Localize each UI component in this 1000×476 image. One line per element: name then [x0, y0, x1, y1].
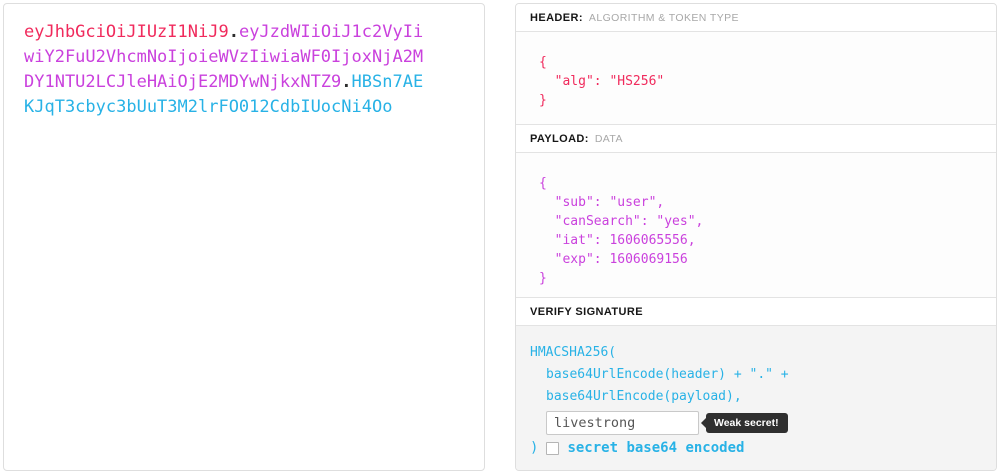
- encoded-token-panel: eyJhbGciOiJIUzI1NiJ9.eyJzdWIiOiJ1c2VyIiw…: [3, 3, 485, 471]
- verify-signature-area: HMACSHA256( base64UrlEncode(header) + ".…: [516, 326, 996, 470]
- hmac-code-line-2: base64UrlEncode(header) + "." +: [530, 364, 982, 386]
- secret-input[interactable]: [546, 411, 699, 435]
- weak-secret-tooltip: Weak secret!: [706, 413, 788, 433]
- jwt-debugger: eyJhbGciOiJIUzI1NiJ9.eyJzdWIiOiJ1c2VyIiw…: [0, 0, 1000, 476]
- token-separator-dot-2: .: [341, 72, 351, 92]
- header-json-editor[interactable]: { "alg": "HS256" }: [516, 32, 996, 125]
- header-json-line: }: [539, 91, 982, 110]
- payload-json-editor[interactable]: { "sub": "user", "canSearch": "yes", "ia…: [516, 153, 996, 298]
- payload-section-band: PAYLOAD: DATA: [516, 125, 996, 153]
- payload-json-line: "canSearch": "yes",: [539, 212, 982, 231]
- header-section-subtitle: ALGORITHM & TOKEN TYPE: [589, 12, 739, 24]
- tooltip-text: Weak secret!: [714, 417, 779, 429]
- verify-signature-band: VERIFY SIGNATURE: [516, 298, 996, 326]
- base64-encoded-checkbox[interactable]: [546, 442, 559, 455]
- secret-row: Weak secret!: [546, 411, 982, 435]
- payload-json-line: "iat": 1606065556,: [539, 231, 982, 250]
- header-section-band: HEADER: ALGORITHM & TOKEN TYPE: [516, 4, 996, 32]
- payload-json-line: }: [539, 269, 982, 288]
- payload-json-line: {: [539, 174, 982, 193]
- encoded-token-editor[interactable]: eyJhbGciOiJIUzI1NiJ9.eyJzdWIiOiJ1c2VyIiw…: [24, 20, 427, 120]
- close-row: ) secret base64 encoded: [530, 440, 982, 456]
- payload-section-title: PAYLOAD:: [530, 133, 589, 145]
- verify-signature-title: VERIFY SIGNATURE: [530, 306, 643, 318]
- base64-encoded-checkbox-label[interactable]: secret base64 encoded: [567, 440, 744, 456]
- tooltip-arrow-icon: [701, 418, 706, 428]
- payload-json-line: "sub": "user",: [539, 193, 982, 212]
- payload-section-subtitle: DATA: [595, 133, 623, 145]
- payload-json-line: "exp": 1606069156: [539, 250, 982, 269]
- close-paren: ): [530, 440, 538, 456]
- token-separator-dot-1: .: [229, 22, 239, 42]
- header-json-line: {: [539, 53, 982, 72]
- decoded-panel: HEADER: ALGORITHM & TOKEN TYPE { "alg": …: [515, 3, 997, 471]
- header-section-title: HEADER:: [530, 12, 583, 24]
- token-header-segment: eyJhbGciOiJIUzI1NiJ9: [24, 22, 229, 42]
- hmac-code-line-3: base64UrlEncode(payload),: [530, 386, 982, 408]
- hmac-code-line-1: HMACSHA256(: [530, 342, 982, 364]
- header-json-line: "alg": "HS256": [539, 72, 982, 91]
